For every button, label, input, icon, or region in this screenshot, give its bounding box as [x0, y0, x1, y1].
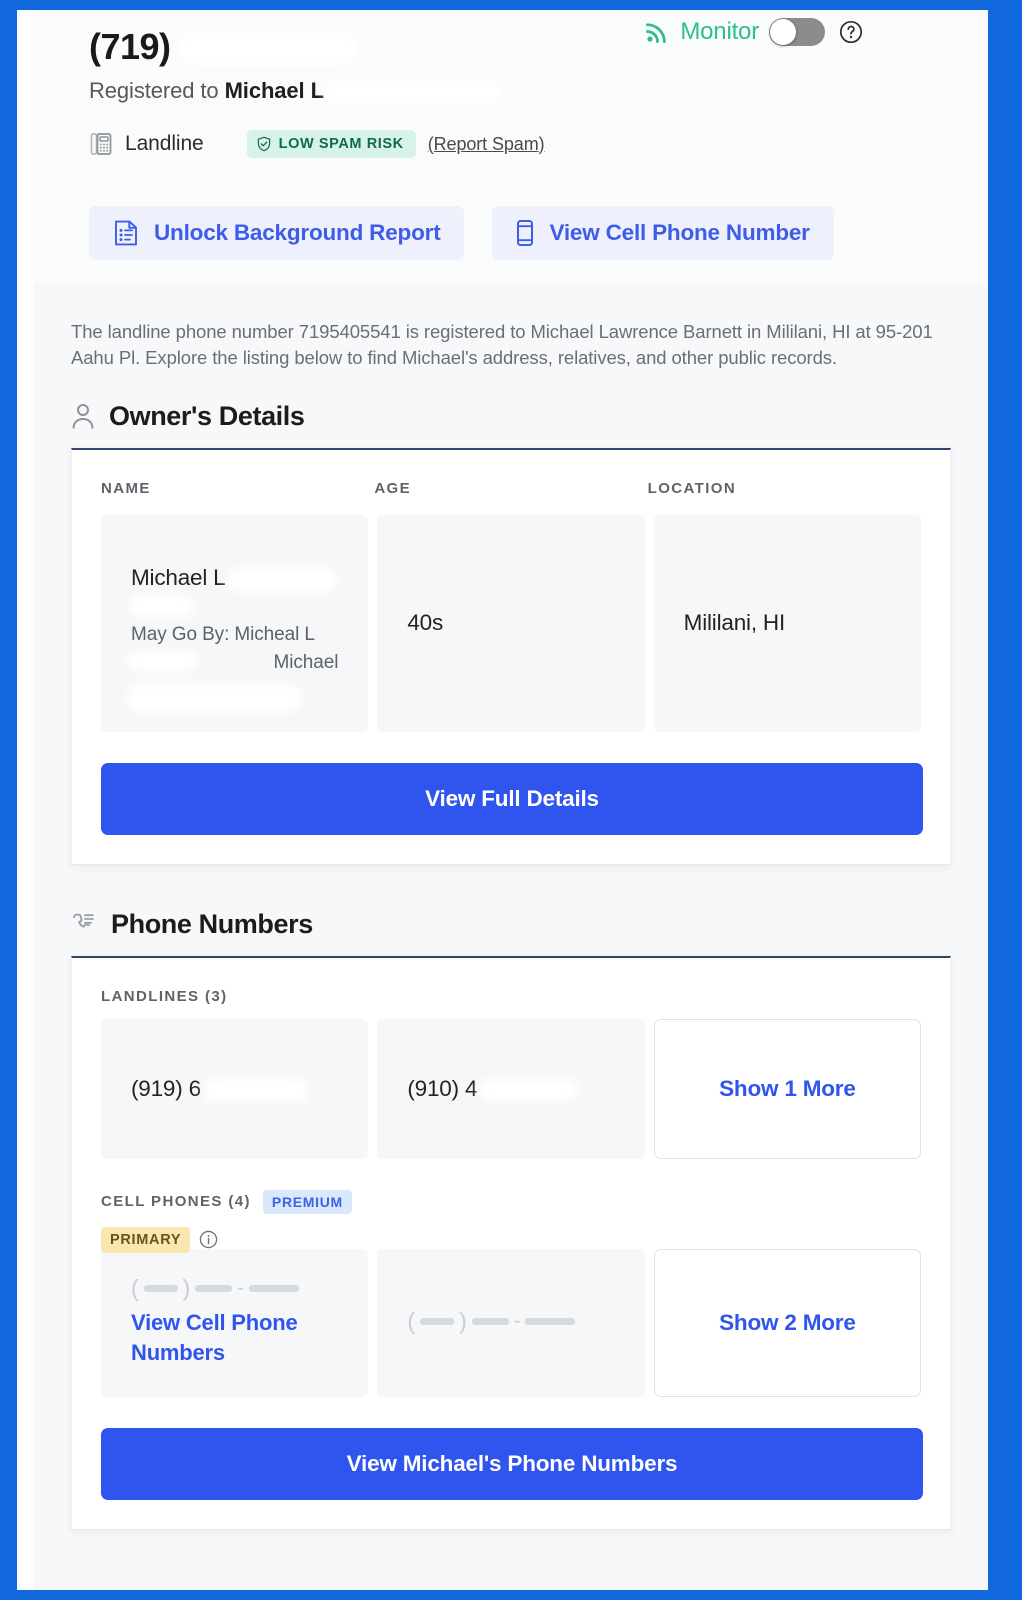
landline-number: (919) 6 — [131, 1075, 201, 1101]
column-header-name: NAME — [101, 479, 151, 497]
phone-numbers-card: LANDLINES (3) (919) 6 (910) 4 Show 1 Mor… — [71, 955, 951, 1530]
unlock-background-report-label: Unlock Background Report — [154, 220, 441, 245]
line-meta-row: Landline LOW SPAM RISK (Report Spam) — [89, 130, 545, 158]
owner-detail-row: Michael L May Go By: Micheal L Michael 4… — [101, 514, 921, 732]
redaction-blur — [127, 683, 302, 712]
owner-details-card: NAME AGE LOCATION Michael L May Go By: M… — [71, 447, 951, 865]
cell-phones-label-text: CELL PHONES (4) — [101, 1193, 251, 1211]
landline-number: (910) 4 — [407, 1075, 478, 1101]
page-title: (719) — [89, 26, 357, 68]
view-cell-phone-number-button[interactable]: View Cell Phone Number — [492, 206, 834, 260]
cell-phones-label: CELL PHONES (4) PREMIUM — [101, 1189, 921, 1214]
primary-tag-row: PRIMARY — [101, 1226, 218, 1253]
mobile-phone-icon — [516, 219, 534, 247]
masked-phone-number: () - — [407, 1310, 614, 1333]
owner-alias-line-2-wrap: Michael — [127, 649, 339, 678]
monitor-label: Monitor — [680, 18, 759, 45]
header-actions: Unlock Background Report View Cell Phone… — [89, 206, 834, 260]
cell-phone-cell-primary: PRIMARY () - View Cell Phone Numbers — [101, 1226, 369, 1397]
owner-age-cell: 40s — [377, 514, 645, 732]
column-header-location: LOCATION — [647, 479, 737, 497]
redaction-blur — [129, 594, 195, 617]
cell-phone-cell: () - — [377, 1248, 645, 1397]
owner-alias-line-2: Michael — [273, 652, 339, 674]
landlines-row: (919) 6 (910) 4 Show 1 More — [101, 1018, 921, 1159]
landlines-label-text: LANDLINES (3) — [101, 987, 228, 1005]
page-body: The landline phone number 7195405541 is … — [33, 319, 988, 1530]
report-document-icon — [113, 219, 139, 247]
owner-name-cell: Michael L May Go By: Micheal L Michael — [101, 514, 369, 732]
monitor-toggle[interactable] — [769, 18, 825, 46]
report-spam-link[interactable]: (Report Spam) — [428, 134, 545, 155]
desk-phone-icon — [89, 131, 113, 157]
premium-badge: PREMIUM — [262, 1189, 352, 1214]
monitor-control-group: Monitor — [644, 18, 863, 46]
browser-viewport: Monitor (719) Registered to Michael L La… — [17, 10, 988, 1590]
redaction-blur — [127, 651, 199, 672]
cell-phones-row: PRIMARY () - View Cell Phone Numbers (… — [101, 1226, 921, 1397]
registered-to-line: Registered to Michael L — [89, 78, 502, 106]
phone-section-title: Phone Numbers — [111, 908, 313, 939]
cell-phones-show-more-button[interactable]: Show 2 More — [653, 1248, 921, 1397]
listing-description: The landline phone number 7195405541 is … — [71, 321, 933, 369]
redaction-blur — [325, 79, 502, 106]
signal-broadcast-icon — [644, 19, 670, 45]
owner-alias-line-1: May Go By: Micheal L — [131, 623, 315, 645]
landline-number-wrap: (919) 6 — [131, 1076, 338, 1102]
line-type-label: Landline — [125, 132, 204, 155]
owner-name-value-wrap: Michael L — [131, 564, 337, 592]
view-full-details-button[interactable]: View Full Details — [101, 762, 923, 835]
unlock-background-report-button[interactable]: Unlock Background Report — [89, 206, 465, 260]
owner-column-headers: NAME AGE LOCATION — [101, 480, 921, 497]
owner-location-cell: Mililani, HI — [653, 514, 921, 732]
column-header-age: AGE — [374, 479, 412, 497]
help-circle-icon[interactable] — [835, 20, 863, 44]
view-cell-phone-numbers-link[interactable]: View Cell Phone Numbers — [131, 1308, 338, 1368]
owner-section-title: Owner's Details — [109, 400, 305, 431]
phone-list-icon — [71, 911, 97, 937]
view-phone-numbers-button[interactable]: View Michael's Phone Numbers — [101, 1427, 923, 1500]
phone-area-code: (719) — [89, 26, 171, 67]
view-cell-phone-number-label: View Cell Phone Number — [549, 220, 810, 245]
shield-check-icon — [256, 136, 272, 152]
landline-cell: (919) 6 — [101, 1018, 369, 1159]
landlines-show-more-button[interactable]: Show 1 More — [653, 1018, 921, 1159]
owner-location-value: Mililani, HI — [683, 609, 786, 635]
landline-cell: (910) 4 — [377, 1018, 645, 1159]
owner-age-value: 40s — [407, 609, 444, 635]
redaction-blur — [178, 32, 357, 67]
redaction-blur — [202, 1077, 308, 1102]
monitor-toggle-knob — [770, 19, 796, 45]
cell-phones-block: CELL PHONES (4) PREMIUM PRIMARY () - Vi… — [101, 1189, 921, 1397]
info-circle-icon[interactable] — [199, 1230, 218, 1249]
primary-badge: PRIMARY — [101, 1226, 191, 1253]
redaction-blur — [479, 1078, 580, 1101]
status-badge-label: LOW SPAM RISK — [278, 136, 404, 152]
registered-owner-name: Michael L — [224, 78, 324, 103]
outer-blue-frame: Monitor (719) Registered to Michael L La… — [0, 0, 1022, 1600]
redaction-blur — [226, 567, 337, 592]
masked-phone-number: () - — [131, 1276, 338, 1300]
page-content: Monitor (719) Registered to Michael L La… — [33, 10, 988, 1590]
landline-number-wrap: (910) 4 — [407, 1076, 614, 1102]
landlines-label: LANDLINES (3) — [101, 988, 921, 1005]
phone-section-heading: Phone Numbers — [71, 909, 988, 940]
registered-prefix: Registered to — [89, 78, 225, 103]
status-badge: LOW SPAM RISK — [246, 130, 416, 158]
listing-header: Monitor (719) Registered to Michael L La… — [33, 10, 988, 282]
user-outline-icon — [71, 402, 95, 430]
owner-name-value: Michael L — [131, 565, 226, 591]
owner-section-heading: Owner's Details — [71, 401, 988, 432]
